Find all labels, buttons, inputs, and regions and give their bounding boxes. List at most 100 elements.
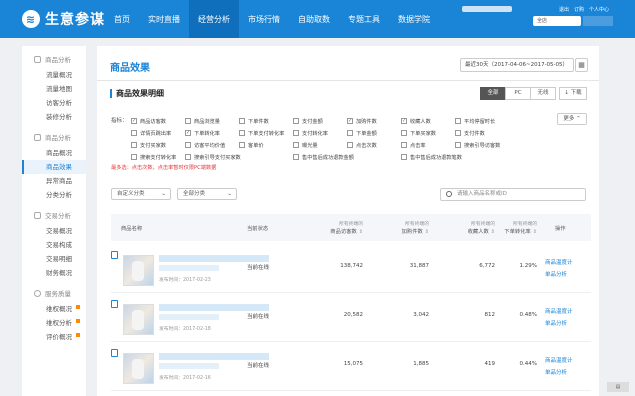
checkbox[interactable]: ✓ — [347, 118, 353, 124]
metric-option[interactable]: 售中售后成功退款金额 — [293, 152, 354, 162]
single-analysis-link[interactable]: 单品分析 — [545, 368, 567, 376]
checkbox[interactable] — [455, 130, 461, 136]
checkbox[interactable] — [455, 118, 461, 124]
metric-option[interactable]: 点击次数 — [347, 140, 401, 150]
col-visitors[interactable]: 所有终端的 商品访客数 ⇕ — [303, 214, 363, 241]
sidebar-item-rights-analysis[interactable]: 维权分析 — [22, 316, 86, 330]
single-analysis-link[interactable]: 单品分析 — [545, 319, 567, 327]
nav-self-service[interactable]: 自助取数 — [289, 0, 339, 38]
nav-market[interactable]: 市场行情 — [239, 0, 289, 38]
col-cart[interactable]: 所有终端的 加购件数 ⇕ — [369, 214, 429, 241]
sidebar-item-flow-overview[interactable]: 流量概况 — [22, 68, 86, 82]
checkbox[interactable] — [239, 118, 245, 124]
metric-option[interactable]: 商品浏览量 — [185, 116, 239, 126]
checkbox[interactable] — [401, 130, 407, 136]
single-analysis-link[interactable]: 单品分析 — [545, 270, 567, 278]
checkbox[interactable] — [347, 130, 353, 136]
metric-option[interactable]: 搜索引导访客数 — [455, 140, 509, 150]
sidebar-item-flow-map[interactable]: 流量地图 — [22, 82, 86, 96]
col-conversion[interactable]: 所有终端的 下单转化率 ⇕ — [477, 214, 537, 241]
custom-category-select[interactable]: 自定义分类 ⌄ — [111, 188, 171, 200]
checkbox[interactable] — [293, 154, 299, 160]
metric-option[interactable]: 下单支付转化率 — [239, 128, 293, 138]
metric-option[interactable]: ✓ 下单转化率 — [185, 128, 239, 138]
checkbox[interactable]: ✓ — [131, 118, 137, 124]
feedback-button[interactable]: ▤ — [607, 382, 629, 392]
more-metrics-button[interactable]: 更多 ⌃ — [557, 113, 587, 125]
sidebar-item-trade-structure[interactable]: 交易构成 — [22, 238, 86, 252]
metric-option[interactable]: 访客平均价值 — [185, 140, 239, 150]
metric-option[interactable]: 支付金额 — [293, 116, 347, 126]
metric-option[interactable]: 客单价 — [239, 140, 293, 150]
sidebar-item-trade-overview[interactable]: 交易概况 — [22, 224, 86, 238]
sidebar-item-review-overview[interactable]: 评价概况 — [22, 330, 86, 344]
checkbox[interactable] — [131, 142, 137, 148]
checkbox[interactable] — [293, 142, 299, 148]
checkbox[interactable] — [185, 118, 191, 124]
metric-option[interactable]: 支付买家数 — [131, 140, 185, 150]
date-range-picker[interactable]: 最近30天（2017-04-06~2017-05-05） — [460, 58, 574, 72]
checkbox[interactable] — [455, 142, 461, 148]
checkbox[interactable] — [239, 142, 245, 148]
metric-option[interactable]: 平均停留时长 — [455, 116, 509, 126]
nav-academy[interactable]: 数据学院 — [389, 0, 439, 38]
checkbox[interactable] — [401, 154, 407, 160]
document-icon[interactable] — [111, 251, 118, 259]
checkbox[interactable] — [401, 142, 407, 148]
checkbox[interactable] — [131, 130, 137, 136]
metric-option[interactable]: ✓ 商品访客数 — [131, 116, 185, 126]
metric-option[interactable]: 搜索引导支付买家数 — [185, 152, 241, 162]
checkbox[interactable] — [185, 154, 191, 160]
metric-option[interactable]: 下单金额 — [347, 128, 401, 138]
product-thumbnail[interactable] — [123, 353, 154, 384]
sidebar-item-abnormal-goods[interactable]: 异常商品 — [22, 174, 86, 188]
thermometer-link[interactable]: 商品温度计 — [545, 258, 573, 266]
metric-option[interactable]: 点击率 — [401, 140, 455, 150]
checkbox[interactable] — [293, 130, 299, 136]
product-title-blurred[interactable] — [159, 353, 269, 360]
document-icon[interactable] — [111, 349, 118, 357]
logout-link[interactable]: 退出 — [559, 6, 569, 13]
nav-business-analysis[interactable]: 经营分析 — [189, 0, 239, 38]
thermometer-link[interactable]: 商品温度计 — [545, 356, 573, 364]
metric-option[interactable]: 下单件数 — [239, 116, 293, 126]
metric-option[interactable]: 下单买家数 — [401, 128, 455, 138]
checkbox[interactable]: ✓ — [185, 130, 191, 136]
sidebar-item-trade-detail[interactable]: 交易明细 — [22, 252, 86, 266]
metric-option[interactable]: 支付件数 — [455, 128, 509, 138]
metric-option[interactable]: 支付转化率 — [293, 128, 347, 138]
tab-pc[interactable]: PC — [505, 87, 531, 100]
checkbox[interactable] — [239, 130, 245, 136]
metric-option[interactable]: 售中售后成功退款笔数 — [401, 152, 462, 162]
store-selector[interactable]: 全店 — [533, 16, 581, 26]
nav-realtime[interactable]: 实时直播 — [139, 0, 189, 38]
product-title-blurred[interactable] — [159, 255, 269, 262]
product-thumbnail[interactable] — [123, 304, 154, 335]
download-button[interactable]: ↓ 下载 — [559, 87, 587, 100]
search-input[interactable]: 请输入商品名称或ID — [440, 188, 586, 201]
checkbox[interactable] — [185, 142, 191, 148]
checkbox[interactable] — [293, 118, 299, 124]
profile-link[interactable]: 个人中心 — [589, 6, 609, 13]
metric-option[interactable]: 曝光量 — [293, 140, 347, 150]
metric-option[interactable]: ✓ 加购件数 — [347, 116, 401, 126]
tab-wireless[interactable]: 无线 — [530, 87, 556, 100]
sidebar-item-category-analysis[interactable]: 分类分析 — [22, 188, 86, 202]
sidebar-item-visitor-analysis[interactable]: 访客分析 — [22, 96, 86, 110]
metric-option[interactable]: ✓ 收藏人数 — [401, 116, 455, 126]
store-selector-extra[interactable] — [583, 16, 613, 26]
document-icon[interactable] — [111, 300, 118, 308]
checkbox[interactable] — [347, 142, 353, 148]
metric-option[interactable]: 详情页跳出率 — [131, 128, 185, 138]
product-title-blurred[interactable] — [159, 304, 269, 311]
checkbox[interactable] — [131, 154, 137, 160]
nav-tools[interactable]: 专题工具 — [339, 0, 389, 38]
product-thumbnail[interactable] — [123, 255, 154, 286]
sidebar-item-goods-overview[interactable]: 商品概况 — [22, 146, 86, 160]
nav-home[interactable]: 首页 — [105, 0, 139, 38]
sidebar-item-rights-overview[interactable]: 维权概况 — [22, 302, 86, 316]
metric-option[interactable]: 搜索支付转化率 — [131, 152, 185, 162]
subscribe-link[interactable]: 订购 — [574, 6, 584, 13]
app-logo[interactable]: ≋ 生意参谋 — [22, 9, 105, 29]
checkbox[interactable]: ✓ — [401, 118, 407, 124]
